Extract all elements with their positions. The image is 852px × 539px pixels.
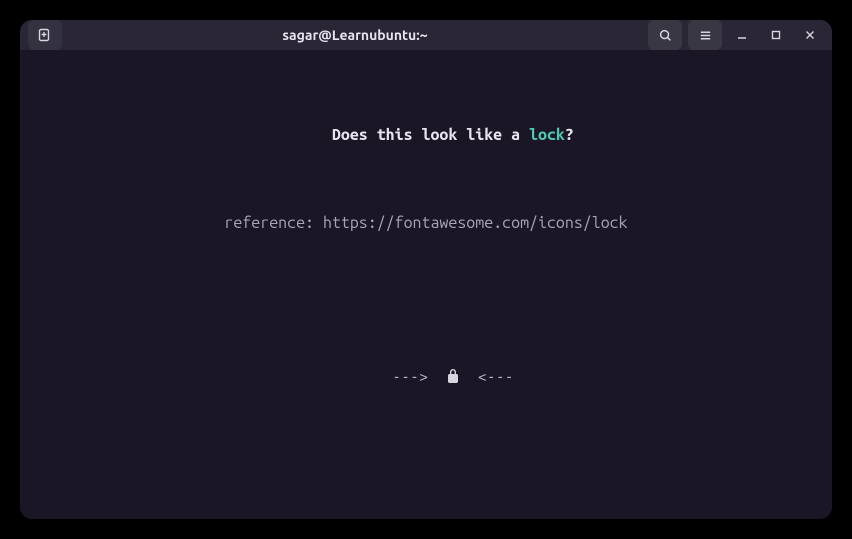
search-icon: [658, 28, 673, 43]
arrow-right: <---: [478, 368, 514, 386]
maximize-icon: [770, 29, 782, 41]
close-button[interactable]: [796, 21, 824, 49]
terminal-content[interactable]: Does this look like a lock? reference: h…: [20, 50, 832, 519]
new-tab-button[interactable]: [28, 20, 62, 50]
close-icon: [804, 29, 816, 41]
minimize-icon: [736, 29, 748, 41]
titlebar-right: [648, 20, 824, 50]
search-button[interactable]: [648, 20, 682, 50]
window-title: sagar@Learnubuntu:~: [68, 27, 642, 43]
minimize-button[interactable]: [728, 21, 756, 49]
hamburger-icon: [698, 28, 713, 43]
titlebar: sagar@Learnubuntu:~: [20, 20, 832, 50]
arrow-left: --->: [392, 368, 428, 386]
question-highlight: lock: [529, 126, 565, 144]
maximize-button[interactable]: [762, 21, 790, 49]
terminal-window: sagar@Learnubuntu:~: [20, 20, 832, 519]
question-prefix: Does this look like a: [332, 126, 529, 144]
reference-line: reference: https://fontawesome.com/icons…: [30, 212, 822, 234]
lock-icon: [446, 368, 460, 384]
question-suffix: ?: [565, 126, 574, 144]
menu-button[interactable]: [688, 20, 722, 50]
